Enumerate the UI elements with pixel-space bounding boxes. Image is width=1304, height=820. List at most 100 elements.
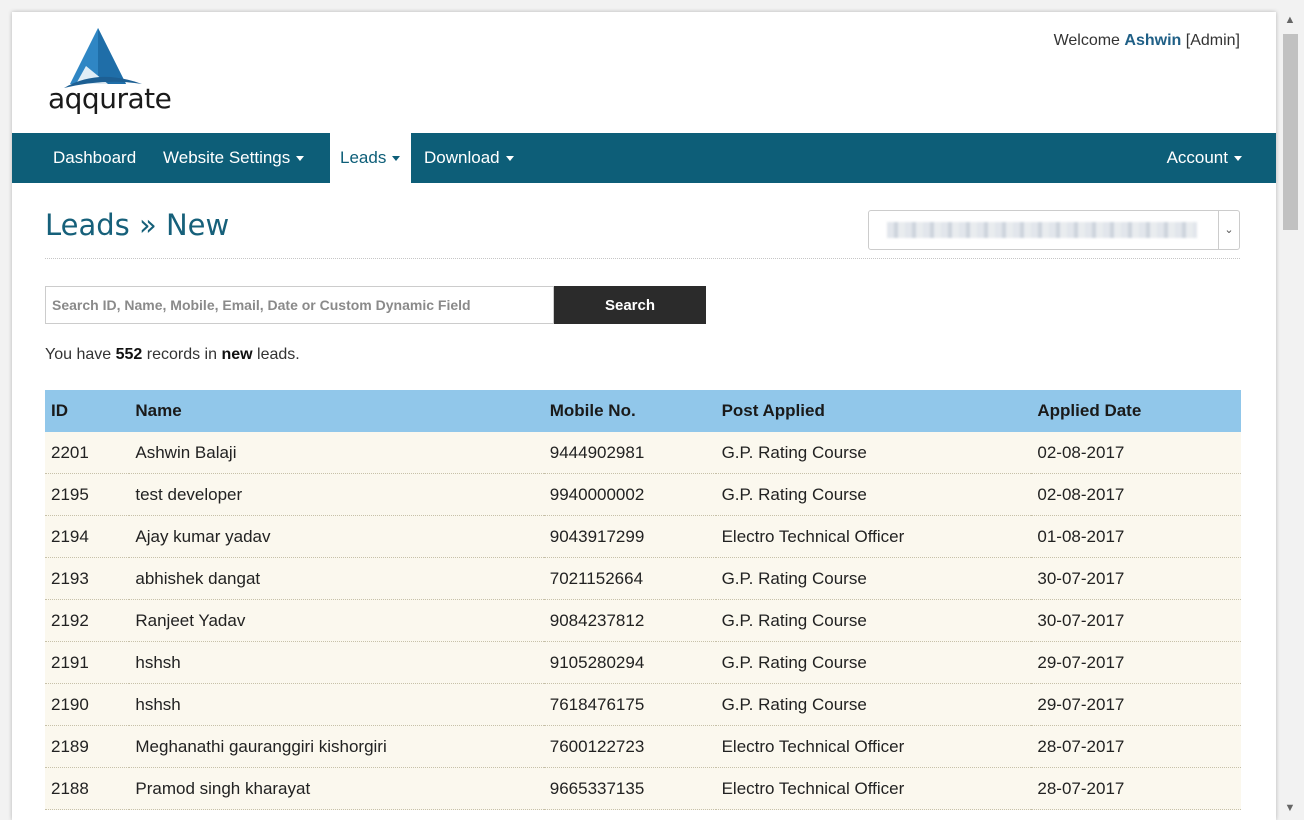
cell-date: 30-07-2017 (1031, 557, 1241, 600)
nav-account[interactable]: Account (1157, 133, 1252, 183)
cell-name: Meghanathi gauranggiri kishorgiri (129, 725, 544, 768)
cell-mobile: 7600122723 (543, 725, 716, 768)
cell-id: 2188 (45, 767, 130, 810)
table-row[interactable]: 2189 Meghanathi gauranggiri kishorgiri 7… (45, 725, 1241, 768)
caret-down-icon (296, 156, 305, 162)
cell-date: 30-07-2017 (1031, 599, 1241, 642)
main-navbar: Dashboard Website Settings Leads Downloa… (12, 133, 1276, 183)
summary-category: new (221, 346, 253, 363)
nav-leads[interactable]: Leads (330, 133, 411, 183)
cell-name: Pramod singh kharayat (129, 767, 544, 810)
cell-mobile: 9084237812 (543, 599, 716, 642)
cell-date: 01-08-2017 (1031, 515, 1241, 558)
cell-name: Ajay kumar yadav (129, 515, 544, 558)
cell-post: G.P. Rating Course (715, 557, 1032, 600)
nav-leads-label: Leads (340, 148, 387, 167)
cell-name: hshsh (129, 683, 544, 726)
table-row[interactable]: 2201 Ashwin Balaji 9444902981 G.P. Ratin… (45, 432, 1241, 474)
cell-name: hshsh (129, 641, 544, 684)
table-row[interactable]: 2191 hshsh 9105280294 G.P. Rating Course… (45, 641, 1241, 684)
cell-id: 2195 (45, 473, 130, 516)
nav-download[interactable]: Download (414, 133, 524, 183)
chevron-down-icon[interactable]: ⌄ (1218, 211, 1239, 249)
cell-mobile: 9665337135 (543, 767, 716, 810)
caret-down-icon (505, 156, 514, 162)
table-row[interactable]: 2188 Pramod singh kharayat 9665337135 El… (45, 767, 1241, 810)
cell-id: 2201 (45, 432, 130, 474)
cell-mobile: 9444902981 (543, 432, 716, 474)
summary-middle: records in (146, 346, 217, 363)
cell-id: 2189 (45, 725, 130, 768)
cell-name: test developer (129, 473, 544, 516)
cell-post: G.P. Rating Course (715, 473, 1032, 516)
cell-date: 02-08-2017 (1031, 473, 1241, 516)
cell-id: 2192 (45, 599, 130, 642)
column-header-id[interactable]: ID (45, 390, 130, 432)
nav-website-settings[interactable]: Website Settings (153, 133, 314, 183)
summary-suffix: leads. (257, 346, 300, 363)
scroll-down-arrow-icon[interactable]: ▼ (1280, 802, 1300, 820)
cell-id: 2191 (45, 641, 130, 684)
cell-mobile: 9043917299 (543, 515, 716, 558)
table-row[interactable]: 2195 test developer 9940000002 G.P. Rati… (45, 473, 1241, 516)
page-title: Leads » New (45, 208, 230, 242)
table-row[interactable]: 2194 Ajay kumar yadav 9043917299 Electro… (45, 515, 1241, 558)
search-input[interactable] (45, 286, 554, 324)
caret-down-icon (1234, 156, 1242, 162)
redacted-selected-value (887, 222, 1197, 238)
table-header-row: ID Name Mobile No. Post Applied Applied … (45, 390, 1241, 432)
nav-download-label: Download (424, 148, 500, 167)
column-header-date[interactable]: Applied Date (1031, 390, 1241, 432)
nav-account-label: Account (1166, 148, 1228, 167)
column-header-post[interactable]: Post Applied (715, 390, 1032, 432)
cell-post: G.P. Rating Course (715, 432, 1032, 474)
records-summary: You have 552 records in new leads. (45, 346, 300, 364)
cell-post: Electro Technical Officer (715, 767, 1032, 810)
cell-post: G.P. Rating Course (715, 641, 1032, 684)
logo-wordmark: aqqurate (48, 82, 172, 115)
welcome-username: Ashwin (1124, 32, 1182, 49)
summary-prefix: You have (45, 346, 112, 363)
lead-category-select[interactable]: ⌄ (868, 210, 1240, 250)
cell-date: 28-07-2017 (1031, 725, 1241, 768)
title-divider (45, 258, 1240, 259)
welcome-message: Welcome Ashwin [Admin] (1054, 32, 1240, 50)
cell-mobile: 7021152664 (543, 557, 716, 600)
vertical-scrollbar[interactable]: ▲ ▼ (1280, 12, 1300, 820)
cell-post: Electro Technical Officer (715, 515, 1032, 558)
cell-id: 2194 (45, 515, 130, 558)
cell-mobile: 9940000002 (543, 473, 716, 516)
cell-name: abhishek dangat (129, 557, 544, 600)
search-button[interactable]: Search (554, 286, 706, 324)
cell-date: 29-07-2017 (1031, 641, 1241, 684)
column-header-mobile[interactable]: Mobile No. (543, 390, 716, 432)
cell-name: Ashwin Balaji (129, 432, 544, 474)
browser-window: aqqurate Welcome Ashwin [Admin] Dashboar… (0, 0, 1304, 820)
cell-mobile: 9105280294 (543, 641, 716, 684)
cell-id: 2193 (45, 557, 130, 600)
scroll-up-arrow-icon[interactable]: ▲ (1280, 14, 1300, 32)
welcome-prefix: Welcome (1053, 32, 1120, 49)
leads-table: ID Name Mobile No. Post Applied Applied … (45, 390, 1241, 810)
nav-dashboard[interactable]: Dashboard (43, 133, 146, 183)
table-row[interactable]: 2190 hshsh 7618476175 G.P. Rating Course… (45, 683, 1241, 726)
cell-mobile: 7618476175 (543, 683, 716, 726)
cell-post: G.P. Rating Course (715, 683, 1032, 726)
cell-name: Ranjeet Yadav (129, 599, 544, 642)
cell-post: Electro Technical Officer (715, 725, 1032, 768)
cell-date: 29-07-2017 (1031, 683, 1241, 726)
site-header: aqqurate Welcome Ashwin [Admin] (12, 12, 1276, 133)
table-row[interactable]: 2192 Ranjeet Yadav 9084237812 G.P. Ratin… (45, 599, 1241, 642)
scrollbar-thumb[interactable] (1283, 34, 1298, 230)
caret-down-icon (392, 156, 401, 162)
cell-id: 2190 (45, 683, 130, 726)
cell-post: G.P. Rating Course (715, 599, 1032, 642)
welcome-role: [Admin] (1185, 32, 1240, 49)
column-header-name[interactable]: Name (129, 390, 544, 432)
nav-dashboard-label: Dashboard (53, 148, 137, 167)
summary-count: 552 (115, 346, 143, 363)
nav-website-settings-label: Website Settings (163, 148, 291, 167)
table-row[interactable]: 2193 abhishek dangat 7021152664 G.P. Rat… (45, 557, 1241, 600)
cell-date: 28-07-2017 (1031, 767, 1241, 810)
cell-date: 02-08-2017 (1031, 432, 1241, 474)
